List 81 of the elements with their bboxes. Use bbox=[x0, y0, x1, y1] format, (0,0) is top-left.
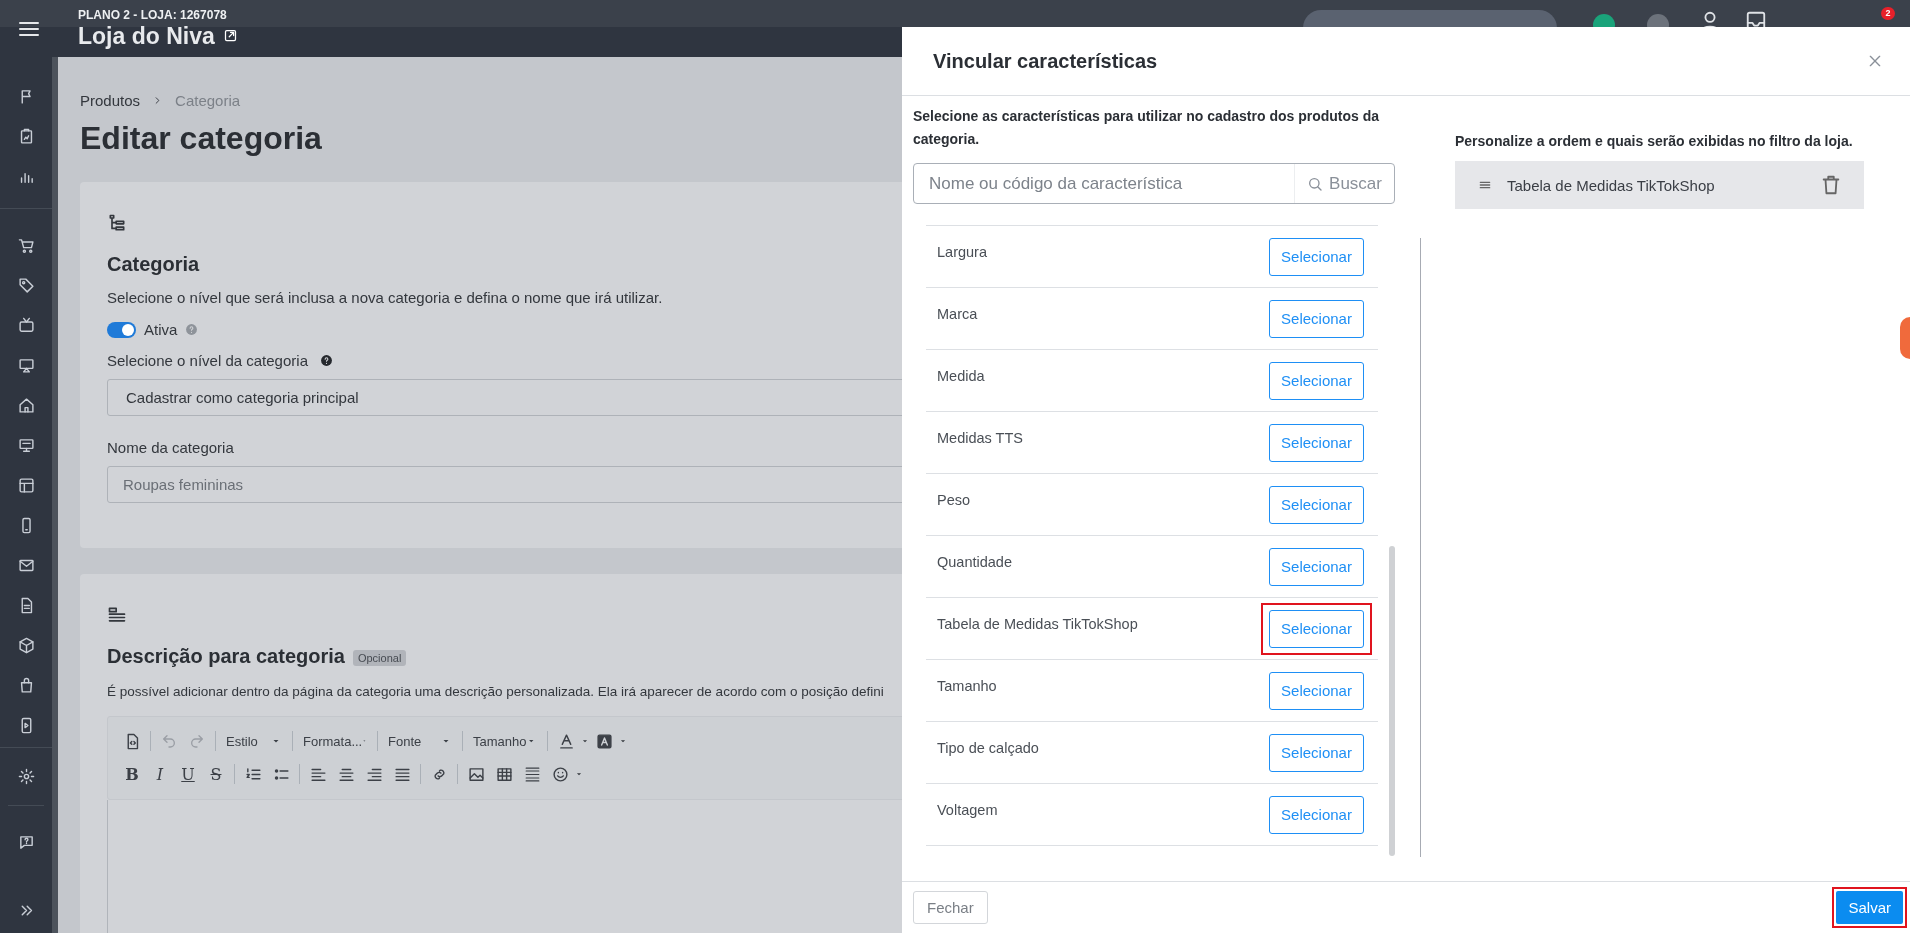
editor-dropdown[interactable]: Estilo bbox=[220, 728, 288, 755]
breadcrumb-current: Categoria bbox=[175, 91, 241, 109]
toggle-label: Ativa bbox=[144, 321, 178, 338]
cart-icon[interactable] bbox=[17, 236, 35, 254]
monitor-icon[interactable] bbox=[17, 356, 35, 374]
characteristic-name: Largura bbox=[937, 243, 987, 260]
select-button[interactable]: Selecionar bbox=[1269, 671, 1364, 710]
optional-badge: Opcional bbox=[352, 649, 407, 666]
search-field[interactable]: Nome ou código da característica Buscar bbox=[913, 163, 1395, 204]
tv-icon[interactable] bbox=[17, 316, 35, 334]
layout-icon[interactable] bbox=[17, 476, 35, 494]
select-button[interactable]: Selecionar bbox=[1269, 485, 1364, 524]
plan-label: PLANO 2 - LOJA: 1267078 bbox=[78, 7, 228, 22]
notification-badge: 2 bbox=[1881, 7, 1895, 20]
characteristic-name: Quantidade bbox=[937, 553, 1012, 570]
editor-dropdown[interactable]: Formata... bbox=[297, 728, 373, 755]
breadcrumb-link[interactable]: Produtos bbox=[80, 91, 141, 109]
select-button[interactable]: Selecionar bbox=[1269, 299, 1364, 338]
hierarchy-icon bbox=[107, 213, 127, 233]
format-button[interactable]: B bbox=[118, 760, 146, 789]
text-align-icon bbox=[107, 605, 127, 625]
search-icon bbox=[1307, 175, 1324, 192]
format-button[interactable]: U bbox=[174, 760, 202, 789]
home-icon[interactable] bbox=[17, 396, 35, 414]
trash-icon[interactable] bbox=[1820, 174, 1842, 196]
section-title: Descrição para categoria bbox=[107, 645, 345, 667]
select-button[interactable]: Selecionar bbox=[1269, 423, 1364, 462]
search-placeholder: Nome ou código da característica bbox=[928, 173, 1184, 194]
select-button[interactable]: Selecionar bbox=[1269, 361, 1364, 400]
select-button[interactable]: Selecionar bbox=[1269, 237, 1364, 276]
select-button[interactable]: Selecionar bbox=[1269, 609, 1364, 648]
editor-dropdown[interactable]: Fonte bbox=[382, 728, 458, 755]
characteristic-name: Tabela de Medidas TikTokShop bbox=[1507, 176, 1716, 194]
characteristic-name: Medidas TTS bbox=[937, 429, 1023, 446]
settings-icon[interactable] bbox=[17, 767, 35, 785]
undo-icon bbox=[161, 733, 177, 750]
field-label: Selecione o nível da categoria bbox=[107, 351, 308, 369]
instruction-text: Selecione as características para utilizar no cadastro dos produtos da categoria. bbox=[913, 107, 1381, 149]
active-toggle[interactable] bbox=[107, 321, 136, 338]
text-color-icon bbox=[557, 732, 575, 750]
help-icon bbox=[320, 353, 333, 367]
close-button[interactable]: Fechar bbox=[913, 891, 988, 924]
characteristic-name: Medida bbox=[937, 367, 985, 384]
external-link-icon[interactable] bbox=[222, 28, 238, 43]
store-name: Loja do Niva bbox=[78, 21, 215, 50]
characteristic-name: Peso bbox=[937, 491, 971, 508]
horizontal-rule-icon bbox=[523, 765, 541, 783]
select-button[interactable]: Selecionar bbox=[1269, 733, 1364, 772]
section-title: Categoria bbox=[107, 252, 200, 277]
section-description: É possível adicionar dentro da página da categoria uma descrição personalizada. Ela irá aparecer de acordo com o posição defini bbox=[107, 682, 884, 701]
format-button[interactable]: S bbox=[202, 760, 230, 789]
search-button[interactable]: Buscar bbox=[1294, 164, 1394, 203]
close-icon[interactable] bbox=[1867, 53, 1883, 69]
dialog-title: Vincular características bbox=[933, 49, 1158, 73]
background-color-icon bbox=[595, 732, 613, 750]
editor-dropdown[interactable]: Tamanho bbox=[467, 728, 543, 755]
select-button[interactable]: Selecionar bbox=[1269, 795, 1364, 834]
section-description: Selecione o nível que será inclusa a nova categoria e defina o nome que irá utilizar. bbox=[107, 288, 663, 308]
characteristic-name: Tabela de Medidas TikTokShop bbox=[937, 615, 1138, 632]
characteristic-name: Tipo de calçado bbox=[937, 739, 1039, 756]
characteristic-name: Tamanho bbox=[937, 677, 997, 694]
field-label: Nome da categoria bbox=[107, 438, 234, 456]
help-icon bbox=[185, 323, 199, 336]
characteristic-name: Voltagem bbox=[937, 801, 998, 818]
image-icon bbox=[467, 765, 485, 783]
save-button[interactable]: Salvar bbox=[1836, 891, 1903, 924]
emoji-icon bbox=[551, 765, 569, 783]
help-chat-icon[interactable] bbox=[17, 833, 35, 851]
floating-action-button[interactable] bbox=[1900, 317, 1910, 359]
select-button[interactable]: Selecionar bbox=[1269, 547, 1364, 586]
desktop-icon[interactable] bbox=[17, 436, 35, 454]
cube-icon[interactable] bbox=[17, 636, 35, 654]
table-icon bbox=[495, 765, 513, 783]
redo-icon bbox=[189, 733, 205, 750]
tag-icon[interactable] bbox=[17, 276, 35, 294]
selected-characteristic[interactable]: Tabela de Medidas TikTokShop bbox=[1455, 161, 1864, 209]
scrollbar-thumb[interactable] bbox=[1389, 546, 1395, 856]
page-title: Editar categoria bbox=[80, 119, 322, 158]
format-button[interactable]: I bbox=[146, 760, 174, 789]
instruction-text: Personalize a ordem e quais serão exibidas no filtro da loja. bbox=[1455, 132, 1854, 151]
characteristic-name: Marca bbox=[937, 305, 978, 322]
